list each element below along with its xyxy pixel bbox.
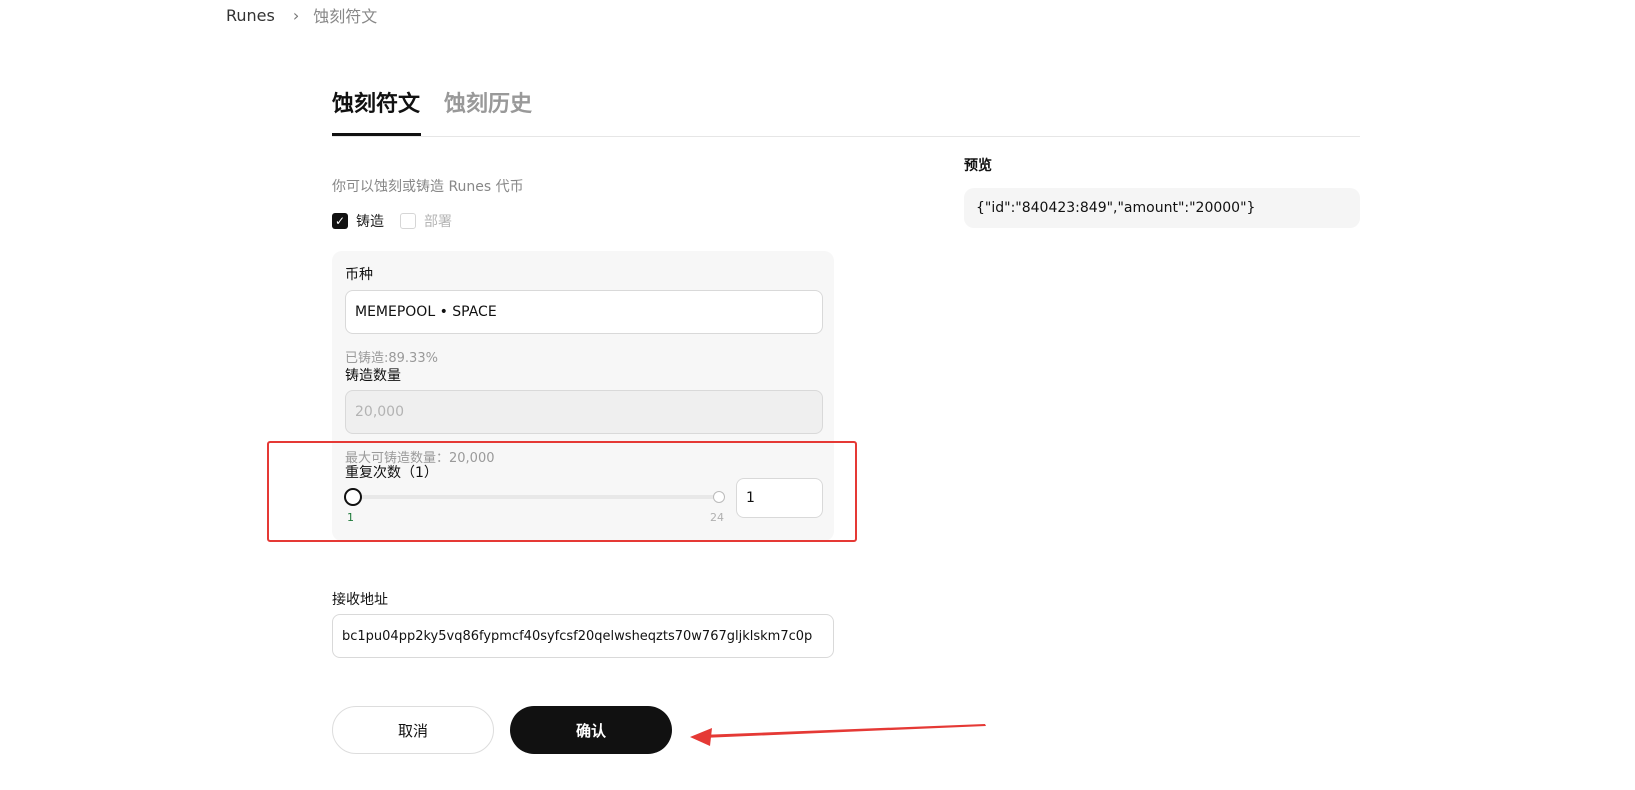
deploy-checkbox[interactable] [400,213,416,229]
preview-json: {"id":"840423:849","amount":"20000"} [964,188,1360,228]
confirm-button[interactable]: 确认 [510,706,672,754]
cancel-button[interactable]: 取消 [332,706,494,754]
mint-checkbox[interactable]: ✓ [332,213,348,229]
repeat-slider-end-dot [713,491,725,503]
amount-label: 铸造数量 [345,368,401,384]
address-label: 接收地址 [332,592,388,608]
form-hint: 你可以蚀刻或铸造 Runes 代币 [332,179,524,195]
chevron-right-icon: › [292,5,300,25]
tab-etch-history[interactable]: 蚀刻历史 [444,88,532,136]
amount-input[interactable]: 20,000 [345,390,823,434]
repeat-slider-max: 24 [710,511,724,524]
address-input[interactable]: bc1pu04pp2ky5vq86fypmcf40syfcsf20qelwshe… [332,614,834,658]
repeat-count-input[interactable]: 1 [736,478,823,518]
mint-label[interactable]: 铸造 [356,211,384,231]
repeat-label: 重复次数（1） [345,465,438,481]
repeat-slider-track[interactable] [353,495,719,499]
deploy-label[interactable]: 部署 [424,211,452,231]
repeat-slider-min: 1 [347,511,354,524]
breadcrumb: Runes › 蚀刻符文 [226,4,378,27]
annotation-arrow-icon [690,724,986,746]
check-icon: ✓ [334,214,346,228]
currency-input[interactable]: MEMEPOOL • SPACE [345,290,823,334]
tab-bar: 蚀刻符文 蚀刻历史 [332,88,1360,137]
mode-selector: ✓ 铸造 部署 [332,211,452,231]
tab-etch-runes[interactable]: 蚀刻符文 [332,88,421,136]
minted-percentage: 已铸造:89.33% [345,351,438,366]
repeat-slider-thumb[interactable] [344,488,362,506]
currency-label: 币种 [345,267,373,283]
breadcrumb-current: 蚀刻符文 [313,7,378,26]
preview-label: 预览 [964,158,992,174]
breadcrumb-runes-link[interactable]: Runes [226,6,275,25]
